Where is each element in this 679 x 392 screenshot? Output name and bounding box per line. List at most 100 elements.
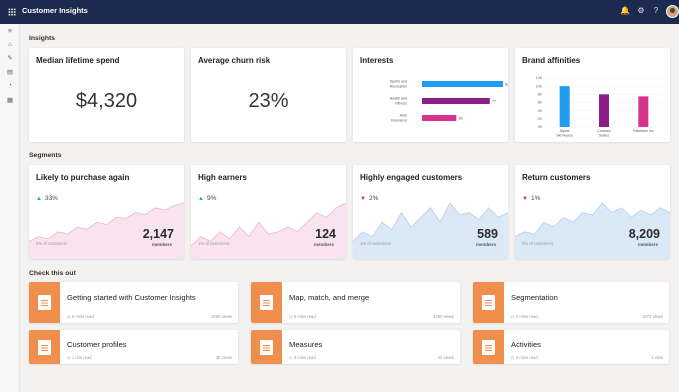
- tile-views: 22 views: [437, 355, 454, 360]
- segment-title: Highly engaged customers: [360, 173, 463, 182]
- segment-note: 0% of customers: [36, 241, 68, 246]
- brand-affinities-card[interactable]: Brand affinities 12K 10K 8K 6K 4K 2K 0K Alpine S…: [515, 48, 670, 142]
- learn-tile[interactable]: Measures 3 mins read 22 views: [251, 330, 460, 364]
- segment-sparkline: [191, 202, 346, 259]
- learn-tile[interactable]: Activities 2 mins read 1 view: [473, 330, 669, 364]
- brand-affinities-chart: 12K 10K 8K 6K 4K 2K 0K Alpine Ski House Contoso Su…: [536, 76, 663, 138]
- brand-label-line: Alpine: [560, 129, 570, 133]
- segment-count: 2,147: [142, 227, 174, 241]
- interest-label: Health and Fitness: [390, 97, 408, 106]
- learn-tile[interactable]: Getting started with Customer Insights 5 …: [29, 282, 238, 323]
- brand-bar: [638, 96, 649, 127]
- segment-title: Likely to purchase again: [36, 173, 130, 182]
- brand-label: Alpine Ski House: [556, 129, 572, 138]
- interest-label-line: Recreation: [390, 85, 407, 89]
- interest-label-line: Auto: [400, 114, 407, 118]
- tile-views: 2460 views: [433, 314, 454, 319]
- interest-value: 39: [458, 116, 462, 120]
- avatar[interactable]: [666, 5, 679, 18]
- hamburger-icon[interactable]: ≡: [6, 28, 14, 35]
- y-tick-label: 2K: [538, 117, 543, 121]
- segment-unit: members: [151, 242, 172, 247]
- interests-chart: Sports andRecreation 92 Health andFitness 7…: [390, 80, 508, 123]
- tile-title: Activities: [511, 340, 541, 349]
- tile-read-time: 5 mins read: [289, 314, 316, 319]
- tile-title: Segmentation: [511, 293, 558, 302]
- card-title: Average churn risk: [198, 56, 271, 65]
- brand-label-line: Contoso: [597, 129, 610, 133]
- notes-icon[interactable]: ▦: [6, 96, 14, 104]
- interest-label-line: Insurance: [391, 119, 407, 123]
- brand-bar: [599, 94, 609, 127]
- segment-sparkline: [29, 202, 184, 259]
- interest-label-line: Sports and: [390, 80, 407, 84]
- segment-note: 0% of customers: [522, 241, 554, 246]
- tile-views: 1080 views: [211, 314, 232, 319]
- tile-icon: [29, 330, 60, 364]
- segment-card[interactable]: Return customers ▼ 1% 0% of customers 8,209 m…: [515, 165, 670, 259]
- interest-label-line: Health and: [390, 97, 407, 101]
- document-icon: [38, 295, 51, 310]
- section-title-insights: Insights: [29, 35, 56, 42]
- brand-label-line: Suites: [599, 134, 609, 138]
- document-icon[interactable]: ▤: [6, 68, 14, 76]
- document-icon: [482, 339, 495, 355]
- app-launcher-icon[interactable]: [8, 8, 16, 16]
- segment-unit: members: [637, 242, 658, 247]
- section-title-check-this-out: Check this out: [29, 270, 76, 277]
- tile-read-time: 2 mins read: [511, 355, 538, 360]
- brand-label: Fabrikam Inc: [633, 129, 654, 133]
- y-tick-label: 4K: [538, 109, 543, 113]
- pie-icon[interactable]: ◔: [6, 82, 14, 89]
- learn-tile[interactable]: Segmentation 2 mins read 1072 views: [473, 282, 669, 323]
- home-icon[interactable]: ⌂: [6, 41, 14, 48]
- segment-card[interactable]: High earners ▲ 9% 1% of customers 124 members: [191, 165, 346, 259]
- y-tick-label: 12K: [536, 76, 543, 80]
- segment-sparkline: [353, 202, 508, 259]
- section-title-segments: Segments: [29, 152, 62, 159]
- interest-bar: [422, 81, 503, 87]
- tile-views: 30 views: [215, 355, 232, 360]
- segment-count: 124: [315, 227, 336, 241]
- tile-title: Measures: [289, 340, 323, 349]
- segment-card[interactable]: Likely to purchase again ▲ 33% 0% of custom…: [29, 165, 184, 259]
- segment-note: 1% of customers: [360, 241, 392, 246]
- brand-label: Contoso Suites: [597, 129, 610, 138]
- tile-icon: [473, 330, 504, 364]
- interests-card[interactable]: Interests Sports andRecreation92Health a…: [353, 48, 508, 142]
- brand-label-line: Fabrikam Inc: [633, 129, 654, 133]
- segment-title: High earners: [198, 173, 247, 182]
- bell-icon[interactable]: 🔔: [620, 6, 630, 15]
- churn-value: 23%: [248, 90, 289, 112]
- document-icon: [482, 295, 495, 310]
- median-spend-value: $4,320: [75, 90, 138, 112]
- median-spend-card[interactable]: Median lifetime spend $4,320: [29, 48, 184, 142]
- churn-card[interactable]: Average churn risk 23%: [191, 48, 346, 142]
- tile-read-time: 2 mins read: [511, 314, 538, 319]
- help-icon[interactable]: ?: [651, 6, 661, 15]
- interest-label: Auto Insurance: [391, 114, 407, 123]
- pencil-icon[interactable]: ✎: [6, 54, 14, 62]
- learn-tile[interactable]: Customer profiles 1 min read 30 views: [29, 330, 238, 364]
- tile-icon: [251, 282, 282, 323]
- segment-count: 589: [477, 227, 498, 241]
- tile-title: Customer profiles: [67, 340, 127, 349]
- segment-title: Return customers: [522, 173, 591, 182]
- brand-label-line: Ski House: [556, 134, 572, 138]
- interest-label-line: Fitness: [395, 102, 407, 106]
- document-icon: [260, 339, 273, 355]
- tile-views: 1 view: [651, 355, 663, 360]
- segment-card[interactable]: Highly engaged customers ▼ 2% 1% of custome…: [353, 165, 508, 259]
- gear-icon[interactable]: ⚙: [636, 6, 646, 15]
- main-content: Insights Median lifetime spend $4,320 Av…: [20, 24, 679, 392]
- document-icon: [38, 339, 51, 355]
- interest-value: 92: [505, 82, 508, 86]
- tile-read-time: 3 mins read: [289, 355, 316, 360]
- tile-icon: [473, 282, 504, 323]
- learn-tile[interactable]: Map, match, and merge 5 mins read 2460 vie…: [251, 282, 460, 323]
- brand-bar: [559, 86, 570, 127]
- interest-bar: [422, 98, 490, 104]
- segment-count: 8,209: [628, 227, 660, 241]
- segment-sparkline: [515, 202, 670, 259]
- left-nav: ≡ ⌂ ✎ ▤ ◔ ▦: [0, 24, 20, 392]
